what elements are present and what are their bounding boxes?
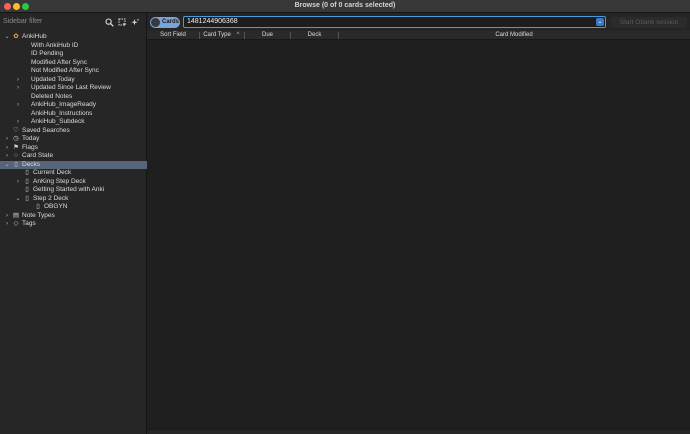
search-icon[interactable] [105,18,114,27]
chevron-right-icon[interactable]: › [4,220,10,229]
sidebar-item-label: AnkiHub_Subdeck [31,118,85,125]
sidebar-item[interactable]: ID Pending [0,50,147,59]
sidebar-item[interactable]: › ◷ Today [0,135,147,144]
select-tool-icon[interactable] [118,18,127,27]
sidebar-item-label: Note Types [22,211,55,219]
deck-icon: ▯ [36,203,40,210]
sidebar-item[interactable]: › Updated Today [0,76,147,85]
chevron-right-icon[interactable]: › [4,135,10,144]
sidebar-item-label: Updated Since Last Review [31,84,111,91]
heart-icon: ♡ [13,126,19,134]
column-header-due[interactable]: Due [245,31,290,40]
sidebar-item[interactable]: › ▤ Note Types [0,212,147,221]
tag-icon: ◇ [13,220,19,227]
main-panel: Cards 1481244906368 ⌄ Start Obank sessio… [147,13,690,434]
search-input-value: 1481244906368 [187,18,238,25]
column-header-deck[interactable]: Deck [291,31,338,40]
search-input[interactable]: 1481244906368 ⌄ [183,16,606,28]
sidebar-item[interactable]: Not Modified After Sync [0,67,147,76]
sidebar-item[interactable]: Modified After Sync [0,59,147,68]
chevron-right-icon[interactable]: › [15,101,21,110]
sidebar-item[interactable]: › AnkiHub_Subdeck [0,118,147,127]
table-header: Sort Field Card Type ^ Due Deck Card Mod… [147,31,690,40]
cards-notes-toggle[interactable]: Cards [150,17,180,28]
sidebar-item[interactable]: › ⚑ Flags [0,144,147,153]
sidebar-item-label: Decks [22,160,41,168]
clock-icon: ◷ [13,135,19,142]
sidebar-item-label: Step 2 Deck [33,194,69,202]
sidebar-item[interactable]: ▯ Getting Started with Anki [0,186,147,195]
sidebar-item-label: Updated Today [31,75,75,83]
sidebar-item[interactable]: › ◇ Tags [0,220,147,229]
sidebar-item[interactable]: › ▯ AnKing Step Deck [0,178,147,187]
sidebar-item[interactable]: › ○ Card State [0,152,147,161]
sidebar-item-label: AnkiHub [22,33,47,40]
sidebar-item-label: Current Deck [33,169,72,176]
sidebar-item-label: Not Modified After Sync [31,67,99,74]
deck-icon: ▯ [25,186,29,193]
note-types-icon: ▤ [12,211,20,219]
chevron-down-icon[interactable]: ⌄ [4,161,10,170]
sidebar-item-label: Modified After Sync [31,58,87,66]
sidebar-item[interactable]: ⌄ ▯ Decks [0,160,147,170]
chevron-right-icon[interactable]: › [15,84,21,93]
sidebar-item-label: Today [22,135,40,142]
chevron-right-icon[interactable]: › [4,152,10,161]
sidebar-item[interactable]: ▯ OBGYN [0,203,147,212]
sidebar-item-label: OBGYN [44,203,68,210]
circle-icon: ○ [14,152,18,159]
horizontal-scrollbar[interactable] [147,429,690,434]
sidebar-tree: ⌄ ✿ AnkiHub With AnkiHub ID ID Pending Modifi… [0,33,147,229]
start-obank-session-button[interactable]: Start Obank session [611,17,687,28]
sidebar-item[interactable]: › Updated Since Last Review [0,84,147,93]
chevron-right-icon[interactable]: › [15,76,21,85]
column-header-sort-field[interactable]: Sort Field [147,31,199,40]
ankihub-icon: ✿ [13,33,19,40]
sidebar-item-label: Deleted Notes [31,92,73,100]
title-bar: Browse (0 of 0 cards selected) [0,0,690,13]
sidebar-item-label: Card State [22,152,54,159]
sidebar-item[interactable]: With AnkiHub ID [0,42,147,51]
chevron-right-icon[interactable]: › [15,118,21,127]
toggle-label: Cards [162,19,180,25]
chevron-down-icon[interactable]: ⌄ [15,195,21,204]
chevron-right-icon[interactable]: › [15,178,21,187]
sidebar-item[interactable]: ⌄ ✿ AnkiHub [0,33,147,42]
card-list[interactable] [147,40,690,434]
sidebar-item-label: Flags [22,143,38,151]
column-header-card-type[interactable]: Card Type [200,31,234,40]
sidebar-item[interactable]: Deleted Notes [0,93,147,102]
chevron-right-icon[interactable]: › [4,212,10,221]
sidebar: Sidebar filter ⌄ ✿ AnkiHub With AnkiHub ID I… [0,13,147,434]
flag-icon: ⚑ [13,143,19,151]
sidebar-item[interactable]: › AnkiHub_ImageReady [0,101,147,110]
sidebar-item-label: AnkiHub_Instructions [31,109,93,117]
sidebar-item-label: Saved Searches [22,126,70,134]
sidebar-item-label: AnkiHub_ImageReady [31,101,97,108]
sidebar-item-label: With AnkiHub ID [31,41,79,49]
sidebar-item[interactable]: AnkiHub_Instructions [0,110,147,119]
deck-icon: ▯ [14,160,18,168]
sidebar-item[interactable]: ▯ Current Deck [0,169,147,178]
sidebar-item[interactable]: ⌄ ▯ Step 2 Deck [0,195,147,204]
sidebar-item-label: Getting Started with Anki [33,186,105,193]
deck-icon: ▯ [25,194,29,202]
chevron-right-icon[interactable]: › [4,144,10,153]
deck-icon: ▯ [25,177,29,185]
window-title: Browse (0 of 0 cards selected) [294,2,396,9]
sidebar-filter-input[interactable]: Sidebar filter [0,13,98,31]
chevron-down-icon[interactable]: ⌄ [596,18,604,26]
sparkle-icon[interactable] [131,18,140,27]
sidebar-item-label: ID Pending [31,50,64,57]
chevron-down-icon[interactable]: ⌄ [4,33,10,42]
sidebar-item[interactable]: ♡ Saved Searches [0,127,147,136]
sidebar-item-label: AnKing Step Deck [33,177,86,185]
sidebar-item-label: Tags [22,220,36,227]
deck-icon: ▯ [25,169,29,176]
toggle-knob [151,18,160,27]
column-header-card-modified[interactable]: Card Modified [339,31,689,40]
sort-ascending-icon: ^ [236,32,240,38]
